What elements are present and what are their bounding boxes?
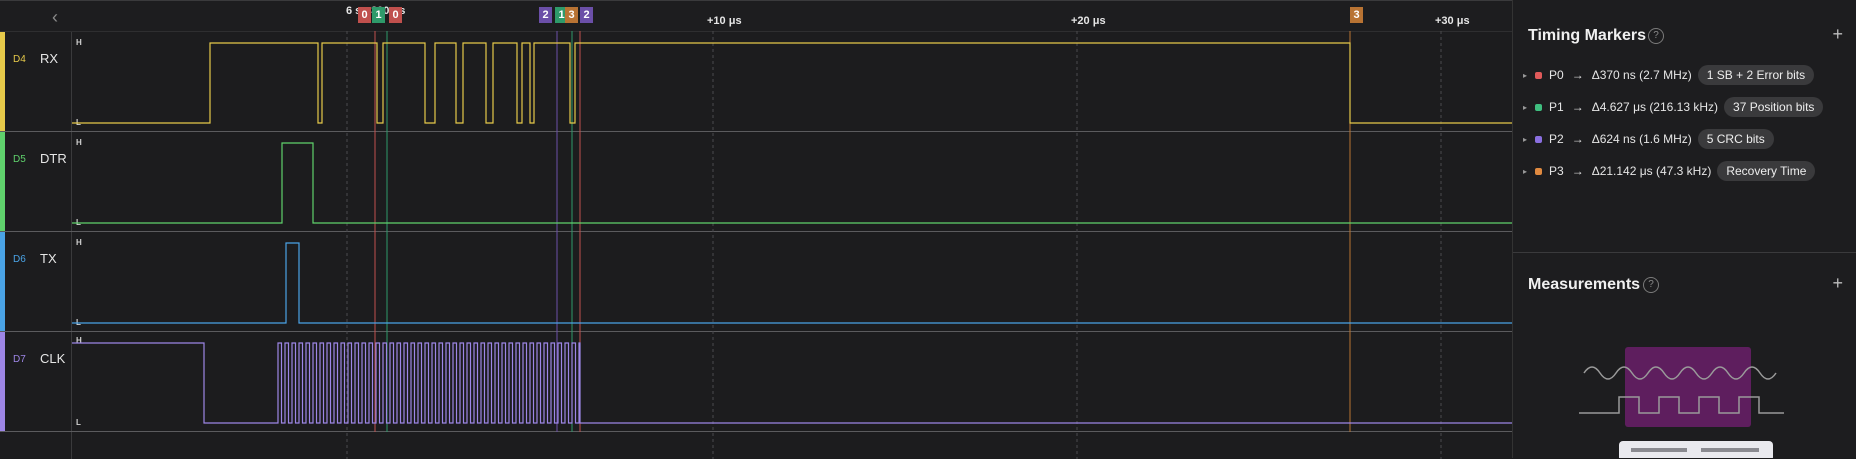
caret-right-icon[interactable]: ▸ (1523, 103, 1535, 112)
question-circle-icon[interactable]: ? (1643, 277, 1659, 293)
section-title: Measurements (1528, 276, 1641, 293)
rx-waveform (72, 42, 1512, 124)
marker-color-dot (1535, 103, 1542, 111)
marker-delta: Δ21.142 μs (47.3 kHz) (1591, 164, 1712, 178)
measurements-section: Measurements ? + (1513, 253, 1856, 458)
marker-label-chip[interactable]: 1 SB + 2 Error bits (1697, 65, 1815, 85)
plus-icon[interactable]: + (1832, 24, 1843, 45)
dtr-waveform (72, 142, 1512, 224)
marker-name: P1 (1549, 100, 1564, 114)
timing-markers-section: Timing Markers ? + ▸ P0 → Δ370 ns (2.7 M… (1513, 0, 1856, 252)
marker-label-chip[interactable]: Recovery Time (1717, 161, 1816, 181)
plus-icon[interactable]: + (1832, 273, 1843, 294)
marker-delta: Δ370 ns (2.7 MHz) (1591, 68, 1692, 82)
measurement-illustration (1579, 347, 1784, 458)
illustration-card-line (1631, 448, 1687, 452)
waveform-area[interactable]: ‹ +10 μs +20 μs +30 μs 6 s : 300 μs 0 1 … (0, 0, 1512, 459)
question-circle-icon[interactable]: ? (1648, 28, 1664, 44)
clk-waveform (72, 342, 1512, 424)
caret-right-icon[interactable]: ▸ (1523, 135, 1535, 144)
arrow-right-icon: → (1571, 68, 1584, 82)
marker-name: P3 (1549, 164, 1564, 178)
marker-color-dot (1535, 135, 1542, 143)
marker-delta: Δ624 ns (1.6 MHz) (1591, 132, 1692, 146)
marker-label-chip[interactable]: 37 Position bits (1724, 97, 1824, 117)
marker-label-chip[interactable]: 5 CRC bits (1697, 129, 1774, 149)
illustration-card-line (1701, 448, 1759, 452)
arrow-right-icon: → (1571, 132, 1584, 146)
measurement-highlight-box (1625, 347, 1751, 427)
marker-color-dot (1535, 71, 1542, 79)
side-panel: Timing Markers ? + ▸ P0 → Δ370 ns (2.7 M… (1512, 0, 1856, 458)
marker-delta: Δ4.627 μs (216.13 kHz) (1591, 100, 1719, 114)
arrow-right-icon: → (1571, 164, 1584, 178)
timing-marker-row[interactable]: ▸ P3 → Δ21.142 μs (47.3 kHz) Recovery Ti… (1523, 160, 1816, 182)
section-title: Timing Markers (1528, 27, 1646, 44)
marker-name: P0 (1549, 68, 1564, 82)
timing-marker-row[interactable]: ▸ P0 → Δ370 ns (2.7 MHz) 1 SB + 2 Error … (1523, 64, 1815, 86)
marker-color-dot (1535, 167, 1542, 175)
timing-marker-row[interactable]: ▸ P2 → Δ624 ns (1.6 MHz) 5 CRC bits (1523, 128, 1774, 150)
caret-right-icon[interactable]: ▸ (1523, 71, 1535, 80)
marker-name: P2 (1549, 132, 1564, 146)
arrow-right-icon: → (1571, 100, 1584, 114)
waveform-canvas[interactable] (0, 1, 1512, 459)
timing-marker-row[interactable]: ▸ P1 → Δ4.627 μs (216.13 kHz) 37 Positio… (1523, 96, 1824, 118)
tx-waveform (72, 242, 1512, 324)
caret-right-icon[interactable]: ▸ (1523, 167, 1535, 176)
